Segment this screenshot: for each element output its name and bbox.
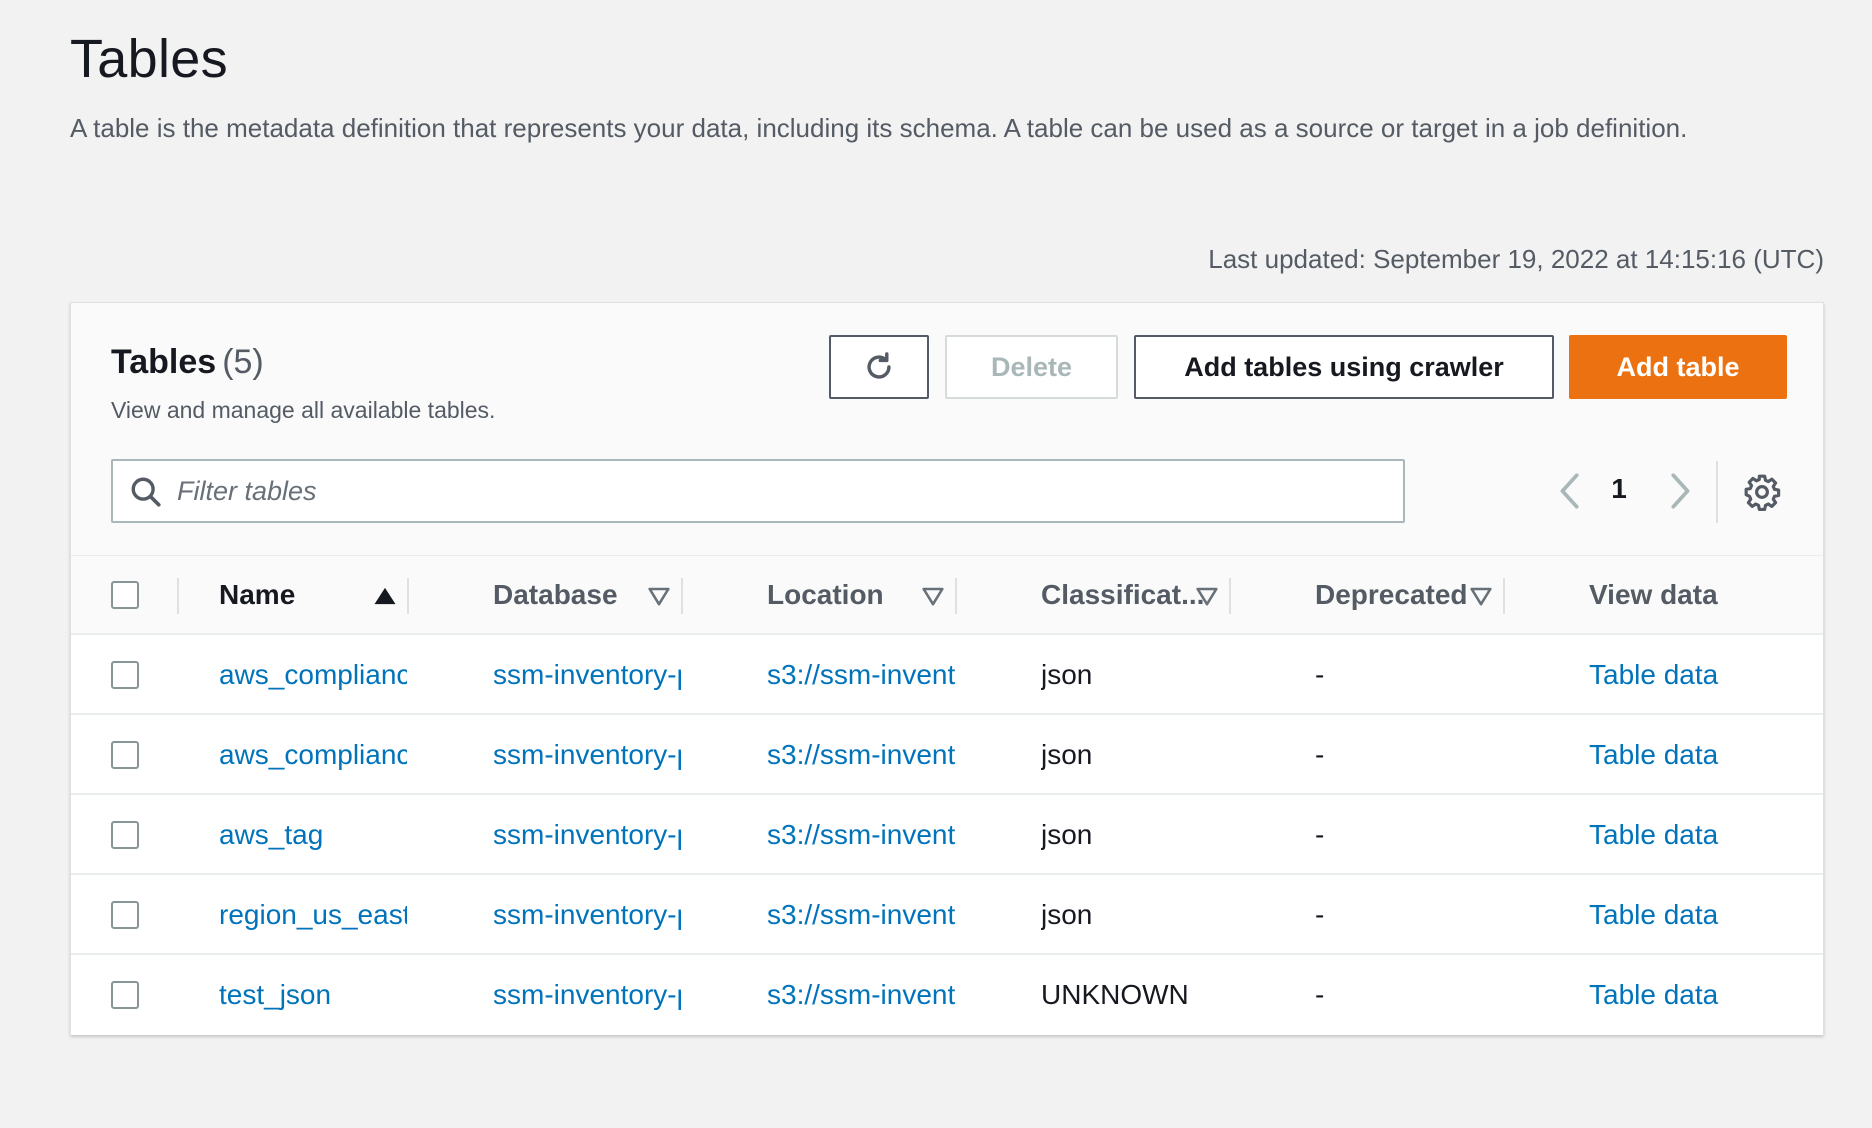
panel-subtitle: View and manage all available tables. xyxy=(111,397,496,423)
row-checkbox[interactable] xyxy=(111,821,139,849)
add-tables-using-crawler-button[interactable]: Add tables using crawler xyxy=(1134,335,1554,399)
previous-page-icon[interactable] xyxy=(1553,471,1589,511)
deprecated-cell: - xyxy=(1315,739,1325,770)
database-link[interactable]: ssm-inventory-pea xyxy=(493,715,681,795)
filter-search-box[interactable] xyxy=(111,459,1405,523)
pagination-divider xyxy=(1716,461,1718,523)
sort-ascending-icon[interactable] xyxy=(371,582,399,610)
tables-panel: Tables (5) View and manage all available … xyxy=(70,302,1824,1035)
refresh-icon xyxy=(867,352,891,379)
table-row: aws_complianceite ssm-inventory-pea s3:/… xyxy=(71,635,1823,715)
add-table-button[interactable]: Add table xyxy=(1569,335,1787,399)
column-header-database[interactable]: Database xyxy=(493,556,618,634)
table-data-link[interactable]: Table data xyxy=(1589,955,1789,1035)
table-row: region_us_east_1 ssm-inventory-pea s3://… xyxy=(71,875,1823,955)
deprecated-cell: - xyxy=(1315,659,1325,690)
table-data-link[interactable]: Table data xyxy=(1589,715,1789,795)
table-data-link[interactable]: Table data xyxy=(1589,875,1789,955)
table-count: (5) xyxy=(222,343,264,381)
classification-cell: json xyxy=(1041,899,1093,930)
current-page-number[interactable]: 1 xyxy=(1601,473,1637,505)
row-checkbox[interactable] xyxy=(111,981,139,1009)
table-data-link[interactable]: Table data xyxy=(1589,795,1789,875)
panel-title-label: Tables xyxy=(111,343,217,381)
deprecated-cell: - xyxy=(1315,979,1325,1010)
last-updated-text: Last updated: September 19, 2022 at 14:1… xyxy=(1208,244,1824,274)
column-header-name[interactable]: Name xyxy=(219,556,295,634)
column-divider xyxy=(955,578,957,614)
deprecated-cell: - xyxy=(1315,899,1325,930)
table-name-link[interactable]: aws_complianceite xyxy=(219,635,407,715)
database-link[interactable]: ssm-inventory-pea xyxy=(493,635,681,715)
table-name-link[interactable]: region_us_east_1 xyxy=(219,875,407,955)
column-header-view-data: View data xyxy=(1589,579,1718,610)
column-divider xyxy=(681,578,683,614)
location-link[interactable]: s3://ssm-inventory xyxy=(767,635,955,715)
filter-tables-input[interactable] xyxy=(177,461,1377,521)
column-divider xyxy=(407,578,409,614)
table-row: aws_tag ssm-inventory-pea s3://ssm-inven… xyxy=(71,795,1823,875)
sort-caret-icon[interactable] xyxy=(1467,582,1495,610)
table-name-link[interactable]: aws_tag xyxy=(219,795,407,875)
table-name-link[interactable]: test_json xyxy=(219,955,407,1035)
deprecated-cell: - xyxy=(1315,819,1325,850)
location-link[interactable]: s3://ssm-inventory xyxy=(767,715,955,795)
table-row: test_json ssm-inventory-pea s3://ssm-inv… xyxy=(71,955,1823,1035)
classification-cell: json xyxy=(1041,659,1093,690)
sort-caret-icon[interactable] xyxy=(1193,582,1221,610)
column-header-classification[interactable]: Classificat... xyxy=(1041,556,1204,634)
column-divider xyxy=(177,578,179,614)
search-icon xyxy=(131,477,161,507)
column-divider xyxy=(1229,578,1231,614)
classification-cell: json xyxy=(1041,739,1093,770)
location-link[interactable]: s3://ssm-inventory xyxy=(767,955,955,1035)
location-link[interactable]: s3://ssm-inventory xyxy=(767,795,955,875)
refresh-button[interactable] xyxy=(829,335,929,399)
glue-tables-page: Tables A table is the metadata definitio… xyxy=(0,0,1872,1128)
column-header-location[interactable]: Location xyxy=(767,556,884,634)
row-checkbox[interactable] xyxy=(111,901,139,929)
table-header-row: Name Database Location Classificat... De… xyxy=(71,555,1823,635)
page-description: A table is the metadata definition that … xyxy=(70,113,1688,143)
row-checkbox[interactable] xyxy=(111,661,139,689)
next-page-icon[interactable] xyxy=(1661,471,1697,511)
table-name-link[interactable]: aws_compliancesu xyxy=(219,715,407,795)
table-data-link[interactable]: Table data xyxy=(1589,635,1789,715)
table-row: aws_compliancesu ssm-inventory-pea s3://… xyxy=(71,715,1823,795)
sort-caret-icon[interactable] xyxy=(919,582,947,610)
delete-button[interactable]: Delete xyxy=(945,335,1118,399)
panel-title: Tables (5) xyxy=(111,343,264,382)
location-link[interactable]: s3://ssm-inventory xyxy=(767,875,955,955)
database-link[interactable]: ssm-inventory-pea xyxy=(493,955,681,1035)
gear-icon[interactable] xyxy=(1743,473,1781,511)
classification-cell: UNKNOWN xyxy=(1041,979,1189,1010)
select-all-checkbox[interactable] xyxy=(111,581,139,609)
sort-caret-icon[interactable] xyxy=(645,582,673,610)
database-link[interactable]: ssm-inventory-pea xyxy=(493,875,681,955)
page-title: Tables xyxy=(70,29,228,89)
database-link[interactable]: ssm-inventory-pea xyxy=(493,795,681,875)
column-header-deprecated[interactable]: Deprecated xyxy=(1315,556,1468,634)
column-divider xyxy=(1503,578,1505,614)
row-checkbox[interactable] xyxy=(111,741,139,769)
classification-cell: json xyxy=(1041,819,1093,850)
